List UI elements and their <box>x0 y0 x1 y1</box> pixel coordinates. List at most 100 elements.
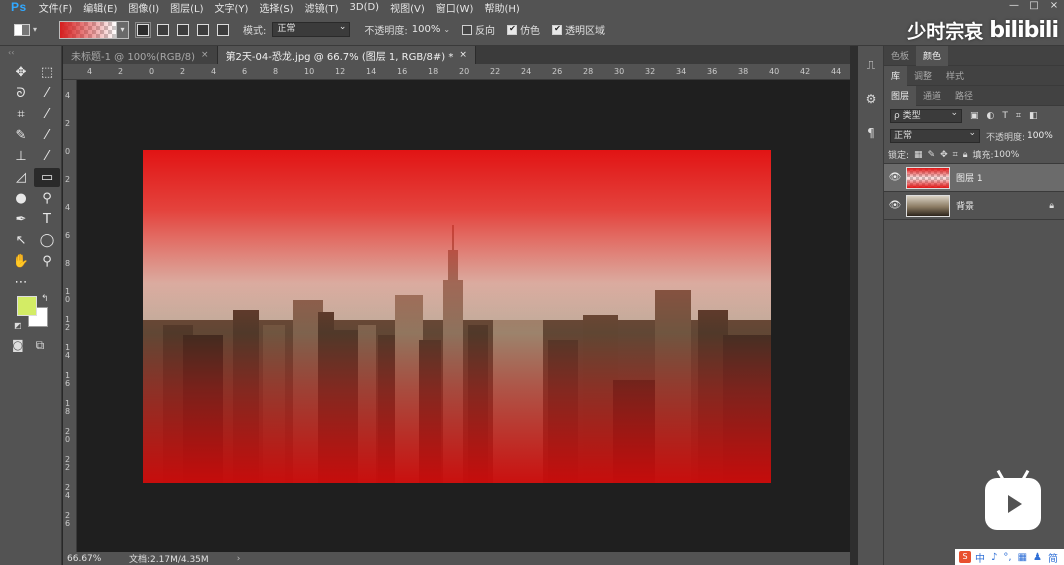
path-selection-tool-icon[interactable]: ↖ <box>8 231 34 250</box>
dodge-tool-icon[interactable]: ⚲ <box>34 189 60 208</box>
quick-mask-icon[interactable]: ◙ <box>12 338 24 353</box>
gradient-editor-swatch[interactable] <box>59 20 118 39</box>
ime-moon-icon[interactable]: ♪ <box>991 552 997 563</box>
type-filter-icon[interactable]: T <box>1002 111 1008 121</box>
visibility-eye-icon[interactable]: 👁︎ <box>884 200 906 211</box>
layer-kind-filter[interactable]: ρ 类型 <box>890 107 962 123</box>
pen-tool-icon[interactable]: ✒ <box>8 210 34 229</box>
lock-position-icon[interactable]: ✥ <box>940 150 948 160</box>
fill-input[interactable]: 100% <box>994 150 1020 160</box>
gradient-tool-icon[interactable]: ▭ <box>34 168 60 187</box>
blur-tool-icon[interactable]: ● <box>8 189 34 208</box>
ellipse-tool-icon[interactable]: ◯ <box>34 231 60 250</box>
hand-tool-icon[interactable]: ✋ <box>8 252 34 271</box>
move-tool-icon[interactable]: ✥ <box>8 63 34 82</box>
tab-layers[interactable]: 图层 <box>884 85 917 106</box>
blend-mode-select[interactable]: 正常 <box>890 127 980 143</box>
adjustment-filter-icon[interactable]: ◐ <box>987 111 995 121</box>
layer-opacity-input[interactable]: 100% <box>1027 131 1053 141</box>
clone-stamp-tool-icon[interactable]: ⊥ <box>8 147 34 166</box>
marquee-tool-icon[interactable]: ⬚ <box>34 63 60 82</box>
ime-logo-icon[interactable]: S <box>959 551 971 563</box>
mode-select[interactable]: 正常 <box>272 21 351 37</box>
linear-gradient-icon[interactable] <box>135 21 152 38</box>
history-panel-icon[interactable]: ⎍ <box>858 50 884 80</box>
menu-window[interactable]: 窗口(W) <box>436 0 474 15</box>
menu-layer[interactable]: 图层(L) <box>170 0 203 15</box>
close-icon[interactable]: × <box>459 50 467 60</box>
tab-color[interactable]: 颜色 <box>916 45 949 66</box>
ime-simplified[interactable]: 简 <box>1048 550 1058 565</box>
smart-object-filter-icon[interactable]: ◧ <box>1029 111 1038 121</box>
menu-view[interactable]: 视图(V) <box>390 0 425 15</box>
horizontal-ruler[interactable]: 4 2 0 2 4 6 8 10 12 14 16 18 20 22 24 26 28 30 32 34 36 38 40 4… <box>63 64 872 80</box>
ime-punct-icon[interactable]: °, <box>1003 552 1011 563</box>
menu-edit[interactable]: 编辑(E) <box>83 0 117 15</box>
lasso-tool-icon[interactable]: ᘐ <box>8 84 34 103</box>
tab-untitled[interactable]: 未标题-1 @ 100%(RGB/8) × <box>63 46 218 64</box>
history-brush-tool-icon[interactable]: ⁄ <box>34 147 60 166</box>
tool-preset-picker[interactable] <box>14 23 30 36</box>
status-menu-icon[interactable]: › <box>237 554 241 564</box>
tab-adjustments[interactable]: 调整 <box>907 66 939 86</box>
tab-swatches[interactable]: 色板 <box>884 46 916 66</box>
foreground-color-swatch[interactable] <box>17 296 37 316</box>
tab-channels[interactable]: 通道 <box>916 86 948 106</box>
shape-filter-icon[interactable]: ⌗ <box>1016 111 1021 121</box>
screen-mode-icon[interactable]: ⧉ <box>36 338 45 353</box>
tab-dinosaur[interactable]: 第2天-04-恐龙.jpg @ 66.7% (图层 1, RGB/8#) * × <box>217 46 476 64</box>
reverse-checkbox[interactable] <box>462 24 473 35</box>
menu-file[interactable]: 文件(F) <box>39 0 73 15</box>
pixel-filter-icon[interactable]: ▣ <box>970 111 979 121</box>
opacity-input[interactable]: 100% <box>412 24 441 35</box>
vertical-scrollbar[interactable] <box>850 46 858 565</box>
tab-libraries[interactable]: 库 <box>884 65 908 86</box>
reflected-gradient-icon[interactable] <box>197 23 210 36</box>
opacity-dropdown-icon[interactable]: ⌄ <box>443 25 450 34</box>
layer-row[interactable]: 👁︎ 图层 1 <box>884 164 1064 192</box>
eraser-tool-icon[interactable]: ◿ <box>8 168 34 187</box>
crop-tool-icon[interactable]: ⌗ <box>8 105 34 124</box>
lock-artboard-icon[interactable]: ⌗ <box>953 150 958 160</box>
magic-wand-tool-icon[interactable]: ⁄ <box>34 84 60 103</box>
default-colors-icon[interactable]: ◩ <box>14 321 22 330</box>
menu-3d[interactable]: 3D(D) <box>350 2 380 13</box>
ime-user-icon[interactable]: ♟ <box>1033 552 1042 563</box>
zoom-tool-icon[interactable]: ⚲ <box>34 252 60 271</box>
dither-checkbox[interactable] <box>507 24 518 35</box>
more-tools-icon[interactable]: ⋯ <box>8 273 34 292</box>
ime-mode[interactable]: 中 <box>975 550 985 565</box>
minimize-button[interactable]: — <box>1004 0 1024 14</box>
menu-type[interactable]: 文字(Y) <box>215 0 249 15</box>
swap-colors-icon[interactable]: ↰ <box>41 294 49 304</box>
lock-paint-icon[interactable]: ✎ <box>928 150 936 160</box>
visibility-eye-icon[interactable]: 👁︎ <box>884 172 906 183</box>
character-panel-icon[interactable]: ¶ <box>858 118 884 148</box>
panel-grip-icon[interactable]: ‹‹ <box>8 48 61 57</box>
properties-panel-icon[interactable]: ⚙ <box>858 84 884 114</box>
eyedropper-tool-icon[interactable]: ⁄ <box>34 105 60 124</box>
document-image[interactable]: ✛ <box>143 150 771 483</box>
brush-tool-icon[interactable]: ⁄ <box>34 126 60 145</box>
chevron-down-icon[interactable]: ▾ <box>33 25 37 34</box>
menu-filter[interactable]: 滤镜(T) <box>305 0 339 15</box>
menu-help[interactable]: 帮助(H) <box>484 0 519 15</box>
tab-styles[interactable]: 样式 <box>939 66 971 86</box>
layer-row[interactable]: 👁︎ 背景 🔒︎ <box>884 192 1064 220</box>
lock-transparency-icon[interactable]: ▦ <box>914 150 923 160</box>
transparency-checkbox[interactable] <box>552 24 563 35</box>
type-tool-icon[interactable]: T <box>34 210 60 229</box>
canvas-area[interactable]: ✛ <box>77 80 850 552</box>
zoom-level[interactable]: 66.67% <box>67 554 129 564</box>
maximize-button[interactable]: □ <box>1024 0 1044 14</box>
angle-gradient-icon[interactable] <box>177 23 190 36</box>
lock-all-icon[interactable]: 🔒︎ <box>963 150 968 160</box>
vertical-ruler[interactable]: 4 2 0 2 4 6 8 10 12 14 16 18 20 22 24 26 <box>63 80 77 552</box>
close-button[interactable]: × <box>1044 0 1064 14</box>
close-icon[interactable]: × <box>201 50 209 60</box>
menu-image[interactable]: 图像(I) <box>128 0 159 15</box>
gradient-picker-dropdown[interactable]: ▾ <box>117 20 130 39</box>
tab-paths[interactable]: 路径 <box>948 86 980 106</box>
radial-gradient-icon[interactable] <box>157 23 170 36</box>
menu-select[interactable]: 选择(S) <box>259 0 293 15</box>
